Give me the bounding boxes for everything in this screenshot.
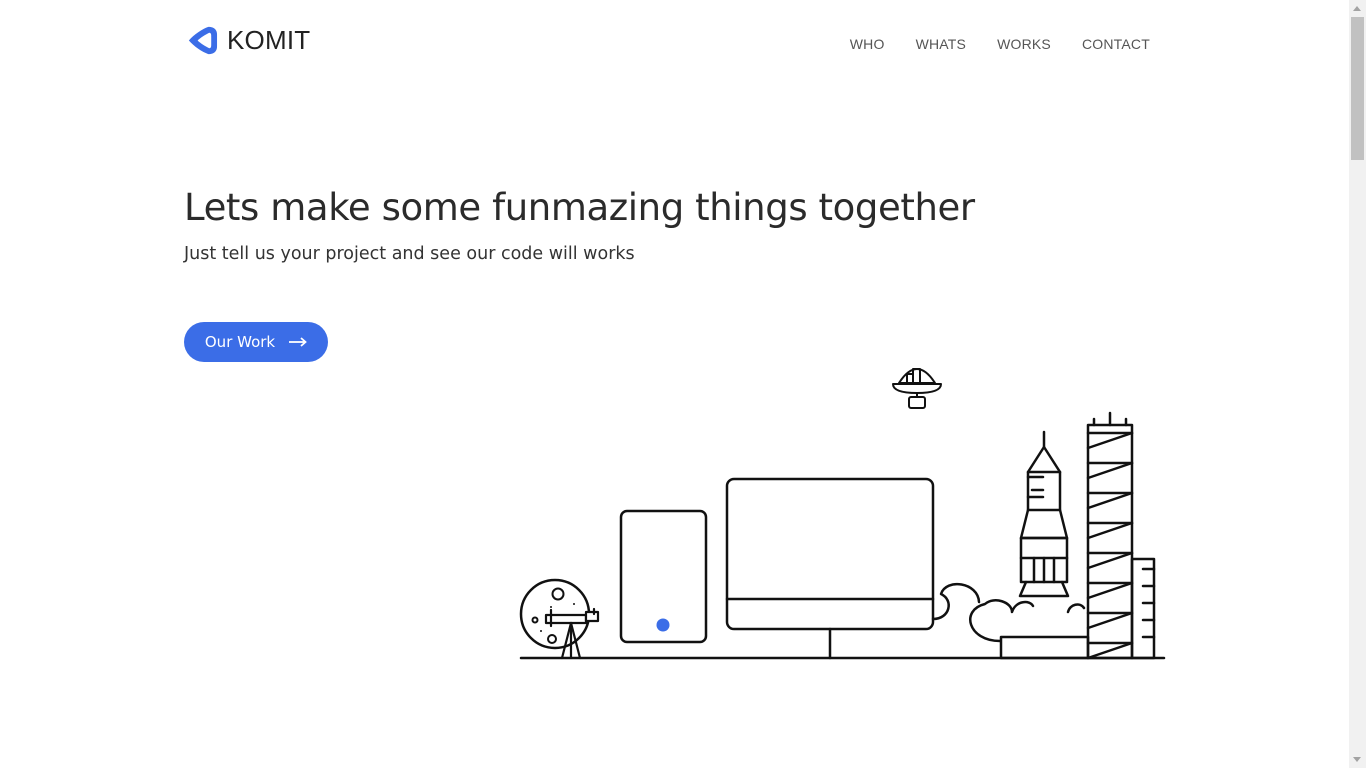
tower-icon <box>1086 411 1156 660</box>
page-scrollbar[interactable] <box>1349 0 1366 768</box>
nav-link-contact[interactable]: CONTACT <box>1082 36 1150 52</box>
hero-illustration <box>519 368 1166 660</box>
hero-title: Lets make some funmazing things together <box>184 186 975 229</box>
our-work-button[interactable]: Our Work <box>184 322 328 362</box>
main-nav: WHO WHATS WORKS CONTACT <box>850 36 1150 52</box>
nav-link-whats[interactable]: WHATS <box>916 36 967 52</box>
brand-name: KOMIT <box>227 25 311 55</box>
scroll-up-icon[interactable] <box>1353 6 1361 11</box>
scrollbar-thumb[interactable] <box>1351 17 1364 160</box>
cloud-icon <box>931 582 1086 643</box>
page: KOMIT WHO WHATS WORKS CONTACT Lets make … <box>0 0 1349 768</box>
scroll-down-icon[interactable] <box>1353 757 1361 762</box>
nav-link-works[interactable]: WORKS <box>997 36 1051 52</box>
hero-subtitle: Just tell us your project and see our co… <box>184 244 635 264</box>
monitor-icon <box>725 477 935 660</box>
our-work-button-label: Our Work <box>204 333 276 351</box>
telescope-icon <box>544 607 600 660</box>
komit-logo-icon <box>188 26 218 55</box>
rocket-icon <box>999 430 1090 660</box>
nav-link-who[interactable]: WHO <box>850 36 885 52</box>
satellite-icon <box>892 368 942 409</box>
brand-logo-link[interactable]: KOMIT <box>185 24 310 57</box>
arrow-right-icon <box>289 337 307 347</box>
tablet-icon <box>619 509 708 644</box>
